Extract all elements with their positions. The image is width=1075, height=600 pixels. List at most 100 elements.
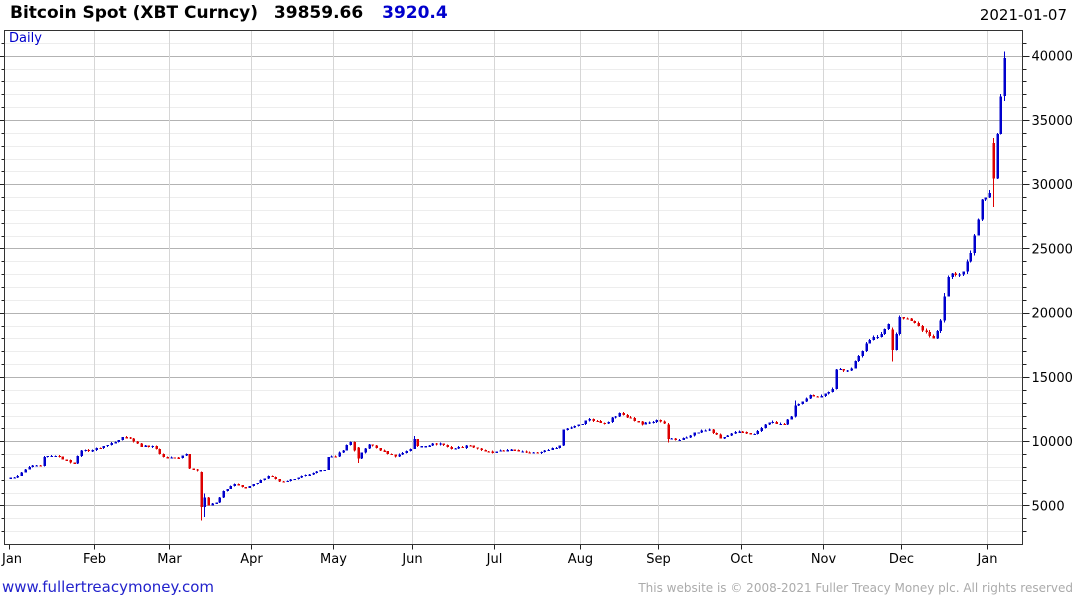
candle-body [525,451,528,453]
candle-body [913,320,916,324]
candle-body [409,448,412,452]
candle-body [147,445,150,448]
candle [846,370,849,372]
candle-body [383,450,386,452]
candle-body [16,475,19,478]
candle [413,436,416,450]
x-axis-label: Dec [889,552,914,567]
candle [670,437,673,440]
candle-body [925,330,928,332]
candle-body [831,389,834,393]
candle-body [54,455,57,458]
candle [850,367,853,371]
candle [166,456,169,459]
candle-body [618,412,621,417]
candle-body [786,419,789,425]
candle-body [69,459,72,463]
website-link[interactable]: www.fullertreacymoney.com [2,578,214,596]
candle [525,450,528,454]
candle-body [349,441,352,446]
candle [102,445,105,450]
candle [895,332,898,351]
candle [902,317,905,320]
candle-body [439,443,442,445]
candle-body [46,456,49,458]
candle-body [476,447,479,449]
candle [797,403,800,406]
candle-body [895,334,898,350]
candle-body [783,423,786,426]
candle [719,433,722,439]
candle [581,423,584,426]
copyright-notice: This website is © 2008-2021 Fuller Treac… [638,581,1073,595]
instrument-title: Bitcoin Spot (XBT Curncy) [10,3,258,23]
candle [244,486,247,489]
candle-body [555,447,558,449]
candle-body [958,274,961,276]
candle [233,483,236,487]
candle-body [252,484,255,487]
candle-body [248,486,251,488]
candle-body [315,471,318,474]
candle [599,419,602,423]
candle-body [775,421,778,424]
candle [644,421,647,425]
candle-body [596,420,599,423]
candle [360,452,363,460]
candle [764,424,767,429]
x-axis-label: Jul [486,552,503,567]
candle [151,445,154,449]
candle-body [790,416,793,420]
candle-body [715,432,718,435]
candle [9,477,12,479]
candle [13,477,16,479]
candle [596,419,599,423]
candle [528,451,531,454]
candle-body [835,369,838,390]
candle-body [499,450,502,452]
candle [405,450,408,454]
price-change: 3920.4 [382,3,448,23]
candle [700,429,703,433]
candle [667,423,670,443]
candle [24,468,27,473]
candle [357,447,360,463]
candle-body [386,451,389,454]
candle-body [84,449,87,452]
candle-body [738,431,741,433]
candle-body [883,328,886,334]
candle [91,449,94,452]
candle [801,401,804,405]
candle-body [984,197,987,200]
candle-body [592,419,595,421]
candle-body [181,455,184,458]
y-axis-label: 15000 [1032,371,1073,386]
candle [779,422,782,426]
candle [637,420,640,423]
candle-body [943,296,946,321]
candle-body [745,432,748,434]
candle-body [312,473,315,475]
candle [274,476,277,480]
candle-body [58,455,61,458]
candle [95,447,98,451]
candle-body [454,448,457,450]
candle-body [547,449,550,452]
candle [648,421,651,424]
candle-body [334,456,337,458]
candle [177,456,180,459]
candle [289,479,292,482]
candle [345,444,348,451]
candle-body [263,478,266,481]
candle [106,444,109,448]
candle-body [966,261,969,272]
candle [155,445,158,450]
candle-body [24,469,27,473]
candle-body [730,433,733,436]
candle [981,198,984,222]
candle [611,417,614,424]
candle-body [652,421,655,423]
candle [558,445,561,449]
candle [35,464,38,467]
candle [491,450,494,454]
